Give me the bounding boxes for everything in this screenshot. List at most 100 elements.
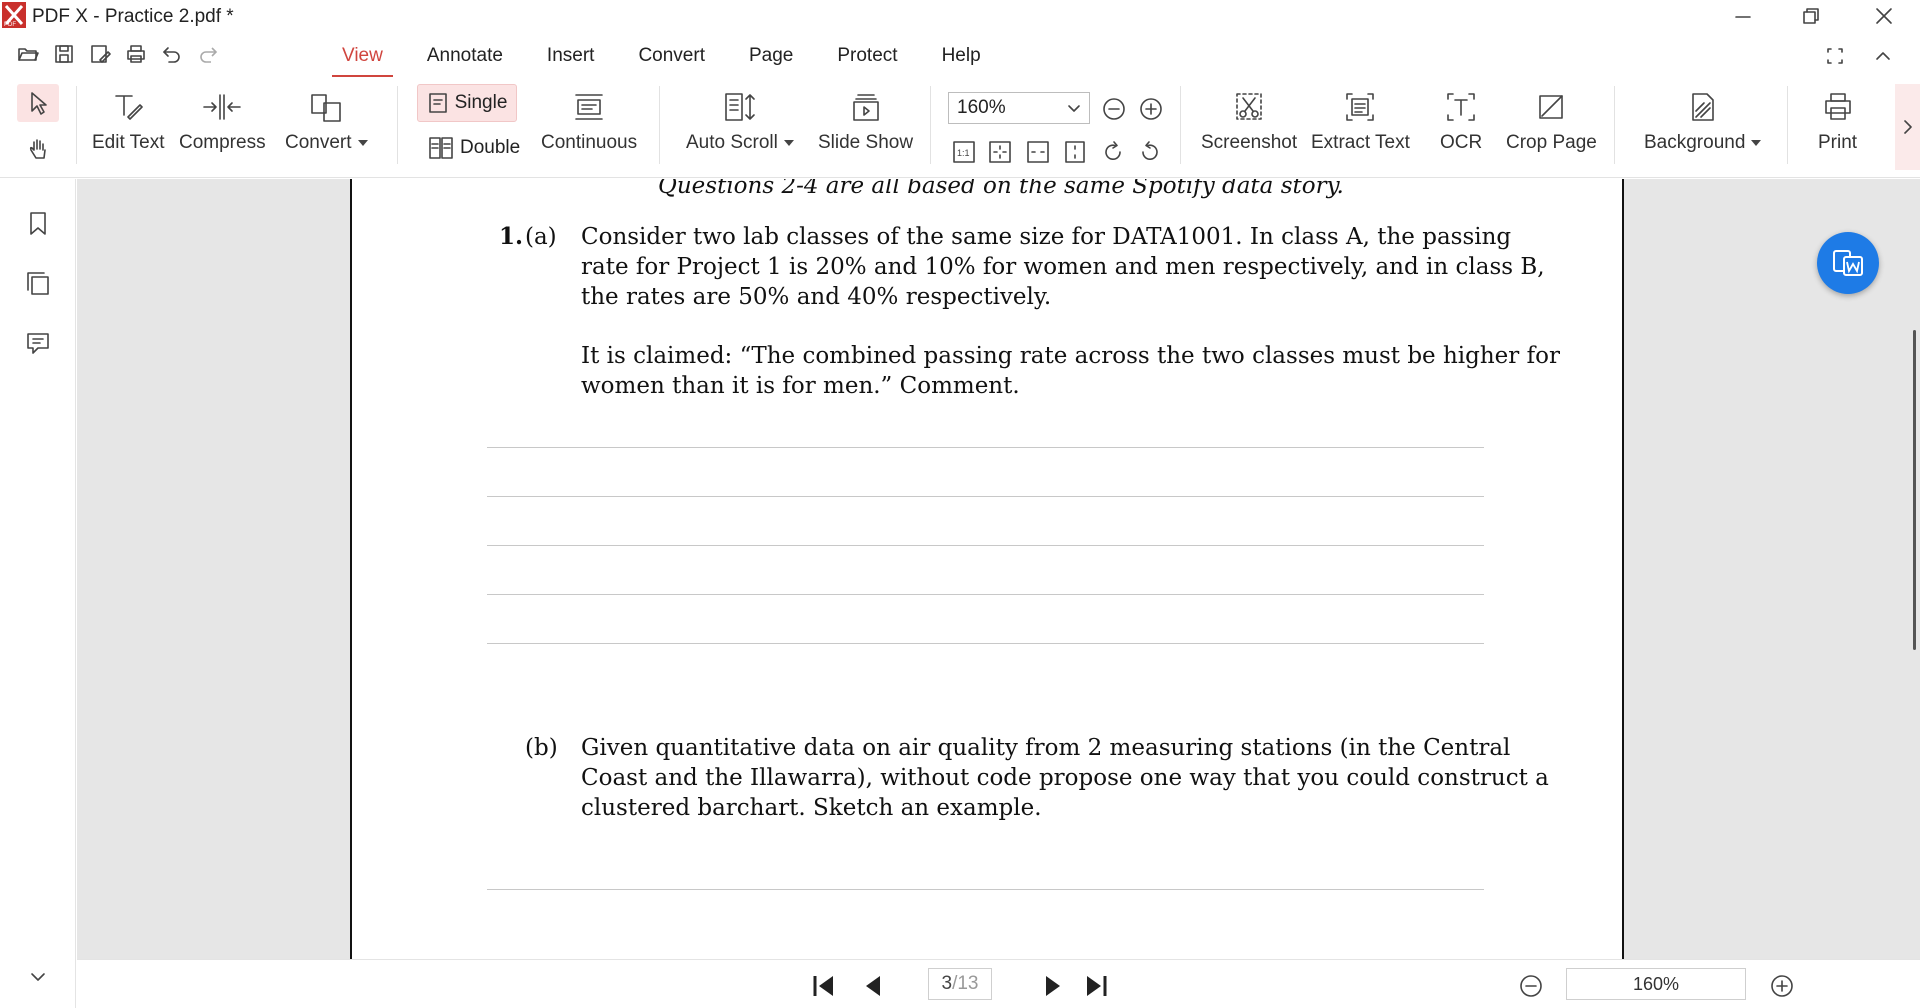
actual-size-icon[interactable]: 1:1 [952,140,976,164]
compress-button[interactable]: Compress [179,88,266,154]
auto-scroll-button[interactable]: Auto Scroll [686,88,794,154]
save-icon[interactable] [50,40,78,68]
answer-line [487,594,1484,595]
answer-line [487,545,1484,546]
thumbnails-icon[interactable] [24,269,52,297]
extract-text-button[interactable]: Extract Text [1311,88,1410,154]
text-line: Given quantitative data on air quality f… [581,735,1511,761]
double-label: Double [460,137,521,158]
bookmark-icon[interactable] [24,209,52,237]
undo-icon[interactable] [158,40,186,68]
chevron-down-icon[interactable] [24,963,52,991]
question-1b-text: Given quantitative data on air quality f… [581,733,1549,823]
background-dropdown-button[interactable]: Background [1644,88,1762,154]
fullscreen-icon[interactable] [1820,42,1850,70]
restore-button[interactable] [1790,4,1830,30]
ribbon-scroll-right-button[interactable] [1895,84,1920,170]
zoom-out-icon[interactable] [1517,972,1545,1000]
zoom-level-field[interactable]: 160% [1566,968,1746,1000]
ribbon-toolbar: Edit Text Compress Convert Single Double… [0,78,1920,178]
continuous-button[interactable]: Continuous [541,88,637,154]
single-label: Single [454,92,508,113]
tab-annotate[interactable]: Annotate [405,42,525,75]
tab-view[interactable]: View [320,42,405,77]
print-button[interactable]: Print [1818,88,1857,154]
last-page-icon[interactable] [1083,972,1111,1000]
text-line: women than it is for men.” Comment. [581,373,1020,399]
menu-tabs: View Annotate Insert Convert Page Protec… [320,42,1003,77]
page-number-input[interactable]: 3/13 [928,968,992,1000]
text-line: It is claimed: “The combined passing rat… [581,343,1560,369]
double-page-icon [429,137,453,159]
convert-to-word-button[interactable] [1817,232,1879,294]
next-page-icon[interactable] [1038,972,1066,1000]
hand-tool-icon[interactable] [24,134,54,164]
left-sidebar [0,179,76,1008]
ocr-button[interactable]: OCR [1440,88,1482,154]
minimize-button[interactable] [1722,4,1762,30]
slide-show-label: Slide Show [818,132,914,153]
svg-text:PDF: PDF [4,22,16,28]
rotate-counterclockwise-icon[interactable] [1138,140,1162,164]
single-page-button[interactable]: Single [417,84,517,122]
chevron-down-icon [1068,105,1080,112]
crop-page-button[interactable]: Crop Page [1506,88,1597,154]
text-line: clustered barchart. Sketch an example. [581,795,1042,821]
continuous-label: Continuous [541,132,638,153]
collapse-ribbon-icon[interactable] [1868,42,1898,70]
app-logo: PDF [2,2,26,28]
fit-width-icon[interactable] [1026,140,1050,164]
convert-dropdown-button[interactable]: Convert [285,88,368,154]
status-bar: 3/13 160% [77,959,1920,1008]
current-page: 3 [941,973,953,994]
comments-icon[interactable] [24,329,52,357]
rotate-clockwise-icon[interactable] [1101,140,1125,164]
crop-icon [1539,95,1564,119]
title-bar: PDF PDF X - Practice 2.pdf * [0,0,1920,34]
chevron-down-icon [357,139,368,146]
extract-text-label: Extract Text [1311,132,1410,153]
total-pages: /13 [952,973,979,994]
edit-text-button[interactable]: Edit Text [92,88,165,154]
fit-height-icon[interactable] [1063,140,1087,164]
first-page-icon[interactable] [809,972,837,1000]
print-icon[interactable] [122,40,150,68]
tab-protect[interactable]: Protect [815,42,919,75]
zoom-in-icon[interactable] [1138,96,1164,122]
document-viewer[interactable]: Questions 2-4 are all based on the same … [77,179,1920,959]
tab-help[interactable]: Help [920,42,1003,75]
tab-convert[interactable]: Convert [616,42,727,75]
question-number: 1. [499,223,524,250]
question-part-label: (a) [525,224,557,250]
background-label: Background [1644,132,1746,153]
redo-icon[interactable] [194,40,222,68]
previous-page-icon[interactable] [860,972,888,1000]
edit-text-icon [115,95,144,120]
printer-icon [1824,93,1851,120]
compress-label: Compress [179,132,266,153]
tab-insert[interactable]: Insert [525,42,617,75]
fit-page-icon[interactable] [988,140,1012,164]
question-1a-text: Consider two lab classes of the same siz… [581,222,1545,312]
chevron-down-icon [783,139,794,146]
tab-page[interactable]: Page [727,42,815,75]
extract-text-icon [1346,93,1375,121]
zoom-select[interactable]: 160% [948,92,1090,124]
close-button[interactable] [1864,4,1904,30]
open-folder-icon[interactable] [14,40,42,68]
screenshot-button[interactable]: Screenshot [1201,88,1297,154]
zoom-out-icon[interactable] [1101,96,1127,122]
select-tool-button[interactable] [17,84,59,122]
scrollbar-thumb[interactable] [1913,330,1916,650]
question-part-label: (b) [525,735,558,761]
zoom-in-icon[interactable] [1768,972,1796,1000]
slide-show-button[interactable]: Slide Show [818,88,913,154]
answer-line [487,643,1484,644]
auto-scroll-icon [725,93,755,121]
ocr-icon [1447,93,1475,121]
zoom-select-value: 160% [957,97,1006,118]
double-page-button[interactable]: Double [428,136,520,160]
text-line: the rates are 50% and 40% respectively. [581,284,1052,310]
quick-access-toolbar [14,40,222,70]
save-as-icon[interactable] [86,40,114,68]
